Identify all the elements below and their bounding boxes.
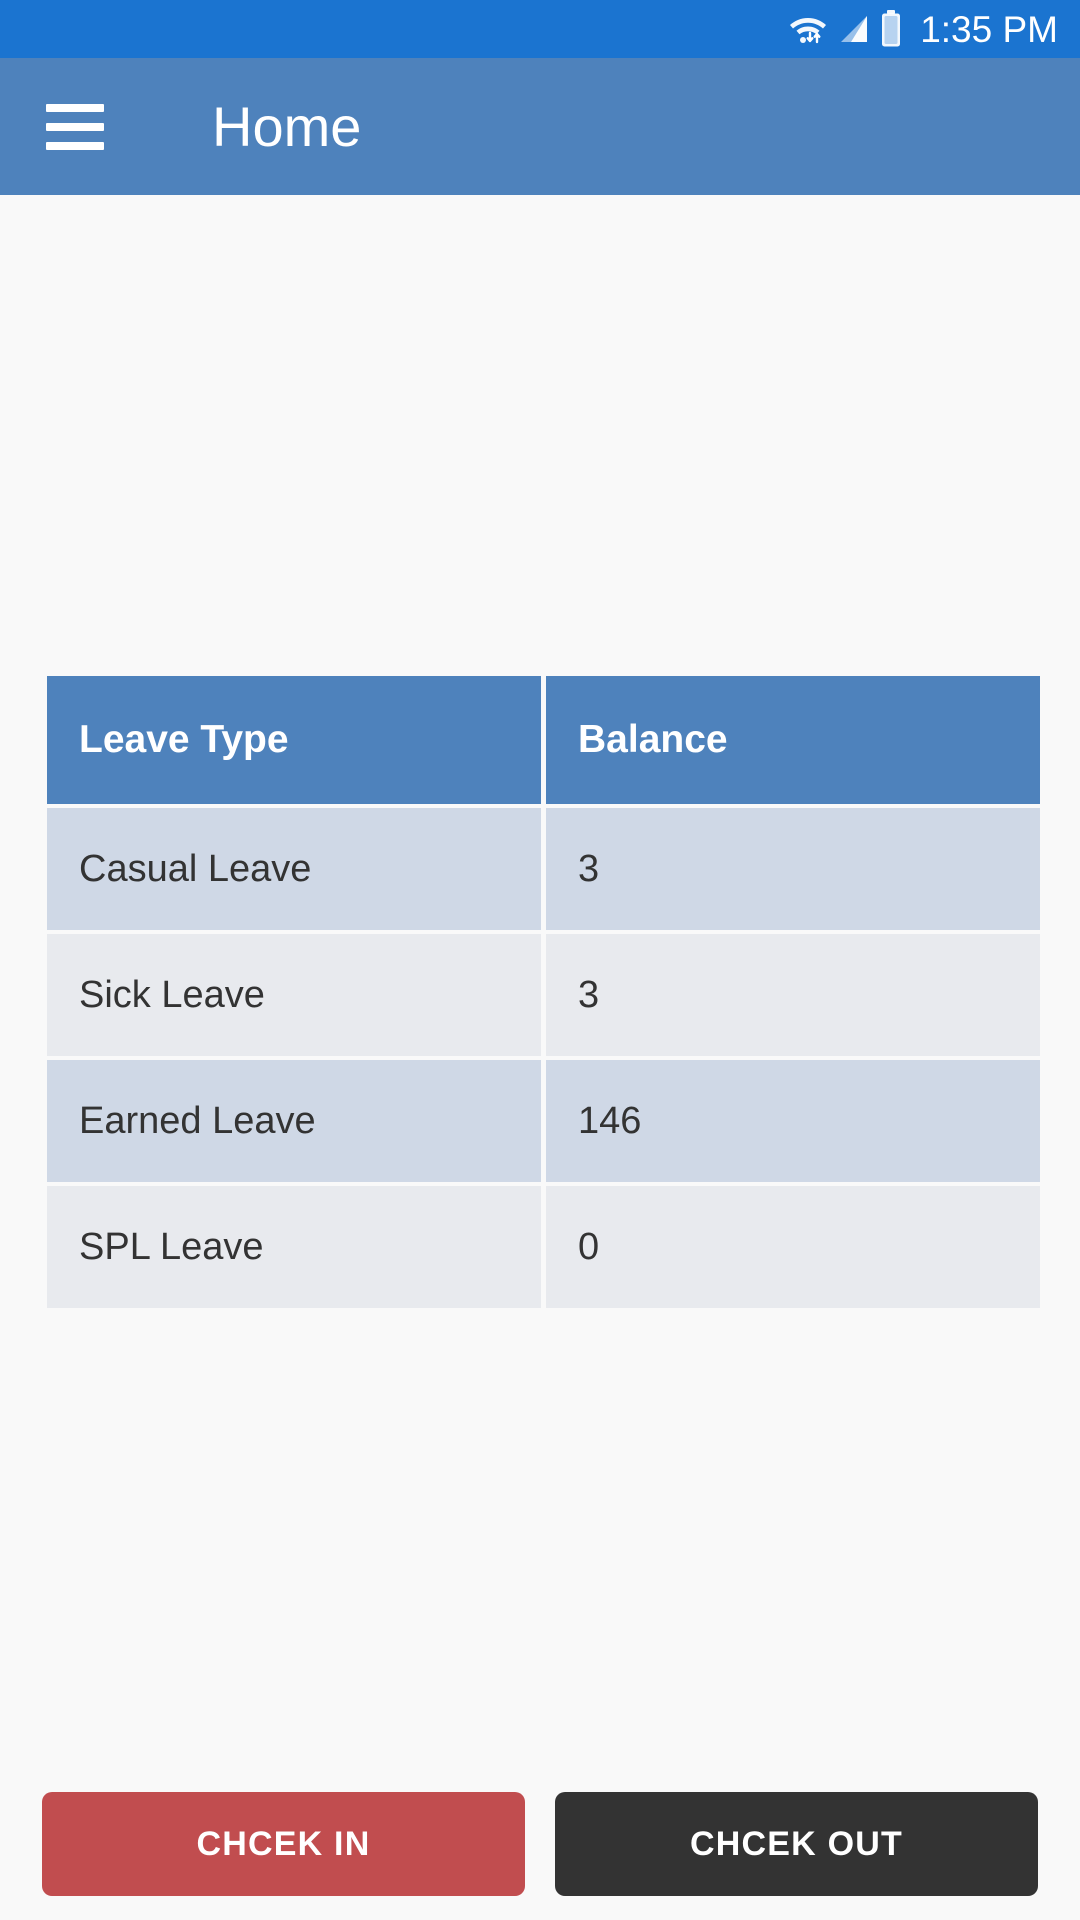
app-screen: 1:35 PM Home Leave Type Balance Casual L…	[0, 0, 1080, 1920]
action-button-bar: CHCEK IN CHCEK OUT	[0, 1768, 1080, 1920]
check-out-button[interactable]: CHCEK OUT	[555, 1792, 1038, 1896]
wifi-icon	[788, 12, 828, 46]
table-body: Casual Leave 3 Sick Leave 3 Earned Leave…	[47, 808, 1040, 1308]
hamburger-bar-2	[46, 122, 104, 131]
column-header-leave-type: Leave Type	[47, 676, 541, 804]
cell-leave-type: Earned Leave	[47, 1060, 541, 1182]
status-bar-icons: 1:35 PM	[788, 10, 1058, 48]
table-row[interactable]: SPL Leave 0	[47, 1186, 1040, 1308]
hamburger-menu-icon[interactable]	[46, 103, 104, 150]
cell-balance: 3	[546, 934, 1040, 1056]
cell-leave-type: Sick Leave	[47, 934, 541, 1056]
table-row[interactable]: Sick Leave 3	[47, 934, 1040, 1056]
leave-balance-table: Leave Type Balance Casual Leave 3 Sick L…	[42, 672, 1045, 1312]
page-title: Home	[212, 94, 362, 158]
hamburger-bar-1	[46, 103, 104, 112]
app-bar: Home	[0, 58, 1080, 195]
cell-balance: 146	[546, 1060, 1040, 1182]
table-header-row: Leave Type Balance	[47, 676, 1040, 804]
cell-leave-type: Casual Leave	[47, 808, 541, 930]
hamburger-bar-3	[46, 141, 104, 150]
main-content: Leave Type Balance Casual Leave 3 Sick L…	[0, 195, 1080, 1920]
check-in-button[interactable]: CHCEK IN	[42, 1792, 525, 1896]
status-bar-clock: 1:35 PM	[920, 8, 1058, 50]
table-header: Leave Type Balance	[47, 676, 1040, 804]
battery-icon	[880, 10, 902, 48]
table-row[interactable]: Casual Leave 3	[47, 808, 1040, 930]
table-row[interactable]: Earned Leave 146	[47, 1060, 1040, 1182]
status-bar: 1:35 PM	[0, 0, 1080, 58]
column-header-balance: Balance	[546, 676, 1040, 804]
cell-balance: 3	[546, 808, 1040, 930]
cell-balance: 0	[546, 1186, 1040, 1308]
cell-leave-type: SPL Leave	[47, 1186, 541, 1308]
cellular-signal-icon	[837, 12, 871, 46]
